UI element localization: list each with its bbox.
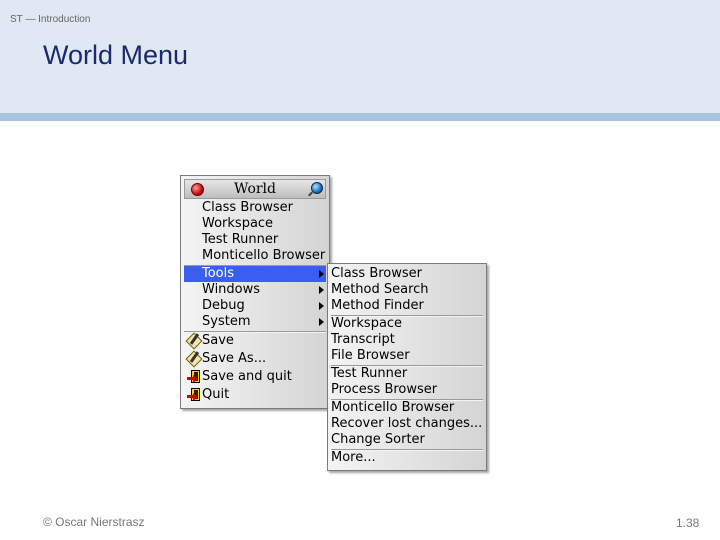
menu-item-label: Workspace — [202, 216, 274, 231]
world-menu-item-system[interactable]: System — [184, 314, 326, 330]
menu-item-label: Test Runner — [202, 232, 279, 247]
menu-item-label: File Browser — [331, 348, 410, 363]
header-divider-bar — [0, 113, 720, 121]
menu-item-label: Change Sorter — [331, 432, 425, 447]
tools-item-process-browser[interactable]: Process Browser — [331, 382, 483, 398]
world-menu-title: World — [234, 181, 276, 197]
world-menu-title-bar[interactable]: World — [184, 179, 326, 199]
pin-icon[interactable] — [311, 182, 323, 194]
menu-item-label: More... — [331, 450, 376, 465]
submenu-arrow-icon — [319, 270, 324, 278]
menu-item-label: Method Finder — [331, 298, 424, 313]
save-icon — [185, 350, 203, 368]
tools-item-workspace[interactable]: Workspace — [331, 316, 483, 332]
menu-item-label: Save — [202, 333, 234, 348]
world-menu: World Class Browser Workspace Test Runne… — [180, 175, 330, 409]
menu-item-label: Recover lost changes... — [331, 416, 483, 431]
world-menu-item-monticello-browser[interactable]: Monticello Browser — [184, 248, 326, 264]
submenu-arrow-icon — [319, 286, 324, 294]
world-menu-item-debug[interactable]: Debug — [184, 298, 326, 314]
tools-item-class-browser[interactable]: Class Browser — [331, 266, 483, 282]
footer-copyright: © Oscar Nierstrasz — [43, 515, 145, 529]
menu-item-label: Class Browser — [202, 200, 294, 215]
world-menu-item-tools[interactable]: Tools — [184, 266, 326, 282]
tools-item-transcript[interactable]: Transcript — [331, 332, 483, 348]
world-menu-item-save-as[interactable]: Save As... — [184, 350, 326, 368]
tools-item-method-finder[interactable]: Method Finder — [331, 298, 483, 314]
save-icon — [185, 332, 203, 350]
menu-item-label: Process Browser — [331, 382, 438, 397]
world-menu-item-workspace[interactable]: Workspace — [184, 216, 326, 232]
menu-item-label: Method Search — [331, 282, 429, 297]
menu-item-label: Monticello Browser — [331, 400, 455, 415]
world-menu-item-test-runner[interactable]: Test Runner — [184, 232, 326, 248]
menu-item-label: Transcript — [331, 332, 395, 347]
page-title: World Menu — [43, 40, 189, 70]
menu-item-label: Tools — [202, 266, 235, 281]
menu-item-label: Class Browser — [331, 266, 423, 281]
world-menu-item-class-browser[interactable]: Class Browser — [184, 200, 326, 216]
world-menu-item-quit[interactable]: Quit — [184, 387, 326, 403]
slide-number: 1.38 — [676, 516, 700, 530]
menu-item-label: Test Runner — [331, 366, 408, 381]
menu-item-label: Quit — [202, 387, 230, 402]
submenu-arrow-icon — [319, 318, 324, 326]
world-menu-item-save[interactable]: Save — [184, 332, 326, 350]
menu-item-label: Windows — [202, 282, 261, 297]
quit-icon — [187, 388, 201, 402]
menu-item-label: Save and quit — [202, 369, 292, 384]
tools-submenu: Class Browser Method Search Method Finde… — [327, 263, 487, 471]
breadcrumb: ST — Introduction — [10, 14, 91, 25]
menu-item-label: System — [202, 314, 251, 329]
tools-item-file-browser[interactable]: File Browser — [331, 348, 483, 364]
tools-item-change-sorter[interactable]: Change Sorter — [331, 432, 483, 448]
menu-item-label: Workspace — [331, 316, 403, 331]
world-menu-item-windows[interactable]: Windows — [184, 282, 326, 298]
menu-item-label: Save As... — [202, 351, 267, 366]
quit-icon — [187, 370, 201, 384]
tools-item-more[interactable]: More... — [331, 450, 483, 466]
world-menu-item-save-and-quit[interactable]: Save and quit — [184, 369, 326, 385]
menu-item-label: Monticello Browser — [202, 248, 326, 263]
tools-item-recover-lost-changes[interactable]: Recover lost changes... — [331, 416, 483, 432]
menu-item-label: Debug — [202, 298, 245, 313]
tools-item-method-search[interactable]: Method Search — [331, 282, 483, 298]
tools-item-test-runner[interactable]: Test Runner — [331, 366, 483, 382]
submenu-arrow-icon — [319, 302, 324, 310]
tools-item-monticello-browser[interactable]: Monticello Browser — [331, 400, 483, 416]
